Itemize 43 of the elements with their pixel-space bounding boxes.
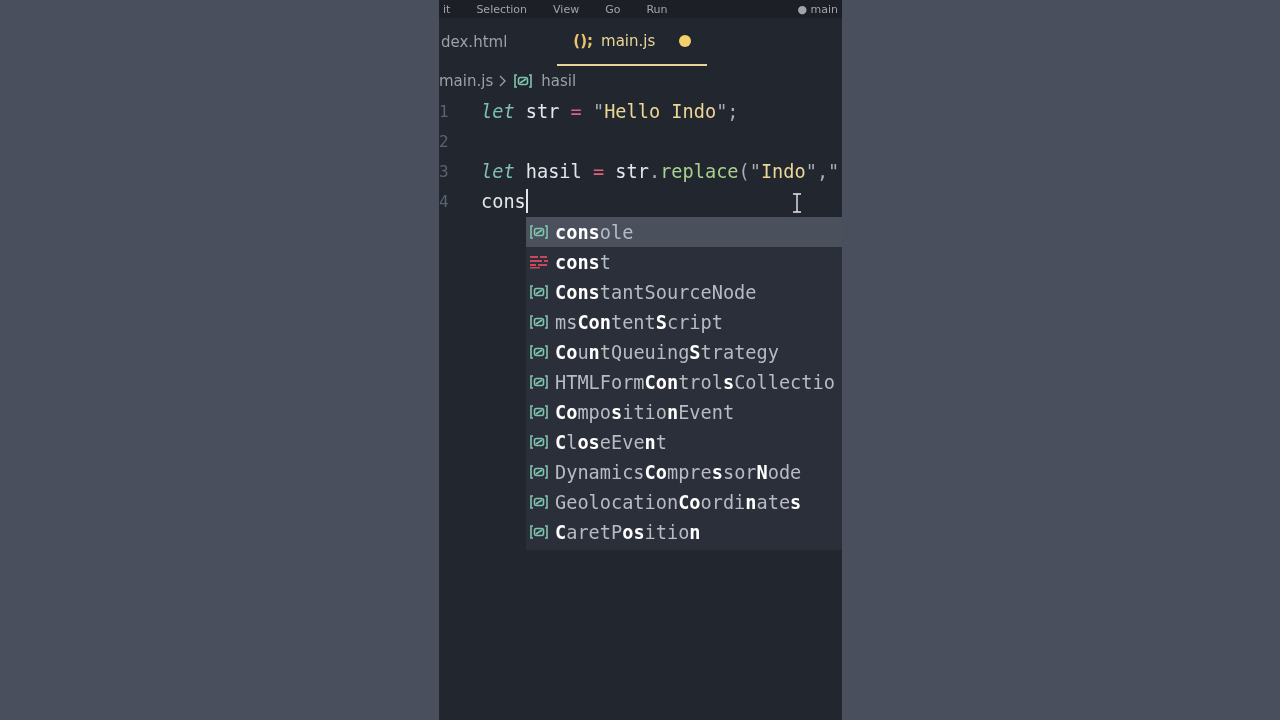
variable-icon (529, 404, 549, 420)
breadcrumb-item[interactable]: main.js (439, 72, 494, 90)
menu-item[interactable]: Selection (476, 2, 528, 16)
suggestion-item[interactable]: DynamicsCompressorNode (526, 457, 842, 487)
suggestion-item[interactable]: msContentScript (526, 307, 842, 337)
text-cursor-icon (792, 193, 802, 213)
chevron-icon (499, 75, 508, 87)
variable-icon (529, 524, 549, 540)
suggestion-item[interactable]: HTMLFormControlsCollectio (526, 367, 842, 397)
variable-icon (529, 374, 549, 390)
keyword-icon (529, 254, 549, 270)
line-number: 3 (439, 161, 450, 181)
suggestion-item[interactable]: const (526, 247, 842, 277)
variable-icon (529, 464, 549, 480)
suggestion-item[interactable]: GeolocationCoordinates (526, 487, 842, 517)
suggestion-item[interactable]: console (526, 217, 842, 247)
breadcrumb-item[interactable]: hasil (513, 72, 577, 90)
code-line: cons (481, 190, 526, 212)
menu-item[interactable]: View (553, 2, 580, 16)
code-line: let str = "Hello Indo"; (481, 100, 739, 122)
editor-tab[interactable]: dex.html (439, 18, 524, 66)
suggestion-item[interactable]: ConstantSourceNode (526, 277, 842, 307)
variable-icon (513, 73, 534, 89)
suggestion-item[interactable]: CaretPosition (526, 517, 842, 547)
suggestion-item[interactable]: CompositionEvent (526, 397, 842, 427)
menu-item[interactable]: Go (605, 2, 621, 16)
window-title: ● main (797, 2, 839, 16)
line-number: 2 (439, 131, 450, 151)
variable-icon (529, 344, 549, 360)
suggestion-item[interactable]: CountQueuingStrategy (526, 337, 842, 367)
text-cursor (525, 189, 528, 213)
menu-item[interactable]: it (443, 2, 451, 16)
variable-icon (529, 434, 549, 450)
line-number: 4 (439, 191, 450, 211)
editor-tab[interactable]: (); main.js (557, 18, 708, 66)
line-number: 1 (439, 101, 450, 121)
code-line: let hasil = str.replace("Indo"," (481, 160, 840, 182)
variable-icon (529, 284, 549, 300)
suggestion-item[interactable]: CloseEvent (526, 427, 842, 457)
menu-item[interactable]: Run (646, 2, 668, 16)
variable-icon (529, 224, 549, 240)
variable-icon (529, 314, 549, 330)
variable-icon (529, 494, 549, 510)
